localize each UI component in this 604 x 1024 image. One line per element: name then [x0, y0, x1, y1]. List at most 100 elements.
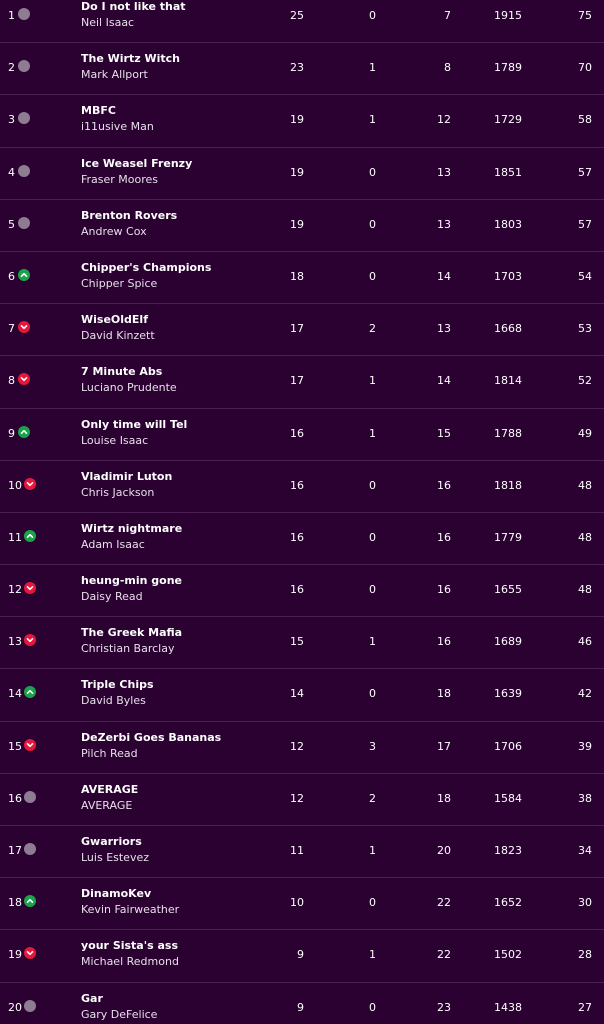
team-name[interactable]: Gwarriors — [81, 835, 142, 848]
manager-name: Chris Jackson — [81, 485, 155, 499]
total-points-value: 30 — [578, 896, 592, 910]
points-for-value: 1779 — [494, 530, 522, 544]
table-row[interactable]: 16 AVERAGE AVERAGE 12 2 18 1584 38 — [0, 774, 604, 826]
neutral-dot-icon — [18, 112, 30, 125]
total-points-value: 49 — [578, 426, 592, 440]
team-name[interactable]: The Wirtz Witch — [81, 52, 180, 65]
total-points-value: 48 — [578, 530, 592, 544]
team-name[interactable]: Brenton Rovers — [81, 209, 177, 222]
manager-name: Mark Allport — [81, 68, 148, 82]
points-for-value: 1438 — [494, 1000, 522, 1014]
manager-name: David Kinzett — [81, 329, 155, 343]
losses-value: 13 — [437, 165, 451, 179]
table-row[interactable]: 1 Do I not like that Neil Isaac 25 0 7 1… — [0, 0, 604, 44]
draws-value: 0 — [369, 165, 376, 179]
manager-name: Kevin Fairweather — [81, 903, 180, 917]
total-points-value: 75 — [578, 9, 592, 22]
rank-number: 6 — [8, 269, 15, 283]
table-row[interactable]: 11 Wirtz nightmare Adam Isaac 16 0 16 17… — [0, 513, 604, 566]
total-points-value: 39 — [578, 739, 592, 753]
team-name[interactable]: Gar — [81, 992, 103, 1005]
wins-value: 15 — [290, 635, 304, 649]
table-row[interactable]: 5 Brenton Rovers Andrew Cox 19 0 13 1803… — [0, 200, 604, 252]
points-for-value: 1639 — [494, 687, 522, 701]
wins-value: 10 — [290, 896, 304, 910]
team-name[interactable]: Only time will Tel — [81, 418, 187, 431]
total-points-value: 57 — [578, 165, 592, 179]
rank-number: 19 — [8, 948, 22, 962]
rank-number: 4 — [8, 165, 15, 179]
table-row[interactable]: 19 your Sista's ass Michael Redmond 9 1 … — [0, 930, 604, 983]
team-name[interactable]: DinamoKev — [81, 887, 151, 900]
league-standings-table: 1 Do I not like that Neil Isaac 25 0 7 1… — [0, 0, 604, 1024]
losses-value: 8 — [444, 61, 451, 75]
table-row[interactable]: 20 Gar Gary DeFelice 9 0 23 1438 27 — [0, 983, 604, 1024]
table-row[interactable]: 6 Chipper's Champions Chipper Spice 18 0… — [0, 252, 604, 305]
table-row[interactable]: 10 Vladimir Luton Chris Jackson 16 0 16 … — [0, 461, 604, 513]
points-for-value: 1788 — [494, 426, 522, 440]
team-name[interactable]: 7 Minute Abs — [81, 365, 162, 378]
arrow-down-icon — [24, 947, 36, 960]
table-row[interactable]: 13 The Greek Mafia Christian Barclay 15 … — [0, 617, 604, 670]
team-name[interactable]: The Greek Mafia — [81, 626, 182, 639]
wins-value: 9 — [297, 1000, 304, 1014]
team-name[interactable]: WiseOldElf — [81, 313, 148, 326]
losses-value: 16 — [437, 635, 451, 649]
table-row[interactable]: 3 MBFC i11usive Man 19 1 12 1729 58 — [0, 95, 604, 148]
rank-number: 1 — [8, 9, 15, 22]
points-for-value: 1706 — [494, 739, 522, 753]
team-name[interactable]: Vladimir Luton — [81, 470, 172, 483]
table-row[interactable]: 9 Only time will Tel Louise Isaac 16 1 1… — [0, 409, 604, 461]
team-name[interactable]: Wirtz nightmare — [81, 522, 182, 535]
table-row[interactable]: 17 Gwarriors Luis Estevez 11 1 20 1823 3… — [0, 826, 604, 879]
points-for-value: 1584 — [494, 791, 522, 805]
team-name[interactable]: Do I not like that — [81, 0, 186, 13]
points-for-value: 1789 — [494, 61, 522, 75]
losses-value: 20 — [437, 844, 451, 857]
manager-name: Pilch Read — [81, 746, 138, 760]
losses-value: 13 — [437, 322, 451, 336]
table-row[interactable]: 12 heung-min gone Daisy Read 16 0 16 165… — [0, 565, 604, 618]
points-for-value: 1652 — [494, 896, 522, 910]
arrow-down-icon — [24, 582, 36, 595]
team-name[interactable]: Ice Weasel Frenzy — [81, 157, 192, 170]
wins-value: 19 — [290, 165, 304, 179]
table-row[interactable]: 18 DinamoKev Kevin Fairweather 10 0 22 1… — [0, 878, 604, 931]
table-row[interactable]: 7 WiseOldElf David Kinzett 17 2 13 1668 … — [0, 304, 604, 357]
table-row[interactable]: 2 The Wirtz Witch Mark Allport 23 1 8 17… — [0, 43, 604, 96]
table-row[interactable]: 14 Triple Chips David Byles 14 0 18 1639… — [0, 669, 604, 722]
table-row[interactable]: 8 7 Minute Abs Luciano Prudente 17 1 14 … — [0, 356, 604, 409]
draws-value: 0 — [369, 687, 376, 701]
losses-value: 17 — [437, 739, 451, 753]
losses-value: 7 — [444, 9, 451, 22]
losses-value: 16 — [437, 530, 451, 544]
team-name[interactable]: your Sista's ass — [81, 939, 178, 952]
team-name[interactable]: AVERAGE — [81, 783, 138, 796]
losses-value: 18 — [437, 687, 451, 701]
losses-value: 18 — [437, 791, 451, 805]
draws-value: 0 — [369, 9, 376, 22]
manager-name: Adam Isaac — [81, 537, 145, 551]
manager-name: Fraser Moores — [81, 172, 159, 186]
manager-name: Luciano Prudente — [81, 381, 177, 395]
wins-value: 14 — [290, 687, 304, 701]
arrow-down-icon — [24, 634, 36, 647]
points-for-value: 1803 — [494, 217, 522, 231]
rank-number: 10 — [8, 478, 22, 492]
draws-value: 1 — [369, 113, 376, 127]
manager-name: Daisy Read — [81, 590, 143, 604]
rank-number: 20 — [8, 1000, 22, 1014]
table-row[interactable]: 15 DeZerbi Goes Bananas Pilch Read 12 3 … — [0, 722, 604, 774]
points-for-value: 1689 — [494, 635, 522, 649]
total-points-value: 34 — [578, 844, 592, 857]
neutral-dot-icon — [18, 60, 30, 73]
points-for-value: 1814 — [494, 374, 522, 388]
table-row[interactable]: 4 Ice Weasel Frenzy Fraser Moores 19 0 1… — [0, 148, 604, 200]
team-name[interactable]: heung-min gone — [81, 574, 182, 587]
team-name[interactable]: MBFC — [81, 104, 116, 117]
team-name[interactable]: Triple Chips — [81, 678, 154, 691]
team-name[interactable]: DeZerbi Goes Bananas — [81, 731, 221, 744]
team-name[interactable]: Chipper's Champions — [81, 261, 211, 274]
wins-value: 16 — [290, 426, 304, 440]
manager-name: AVERAGE — [81, 798, 133, 812]
